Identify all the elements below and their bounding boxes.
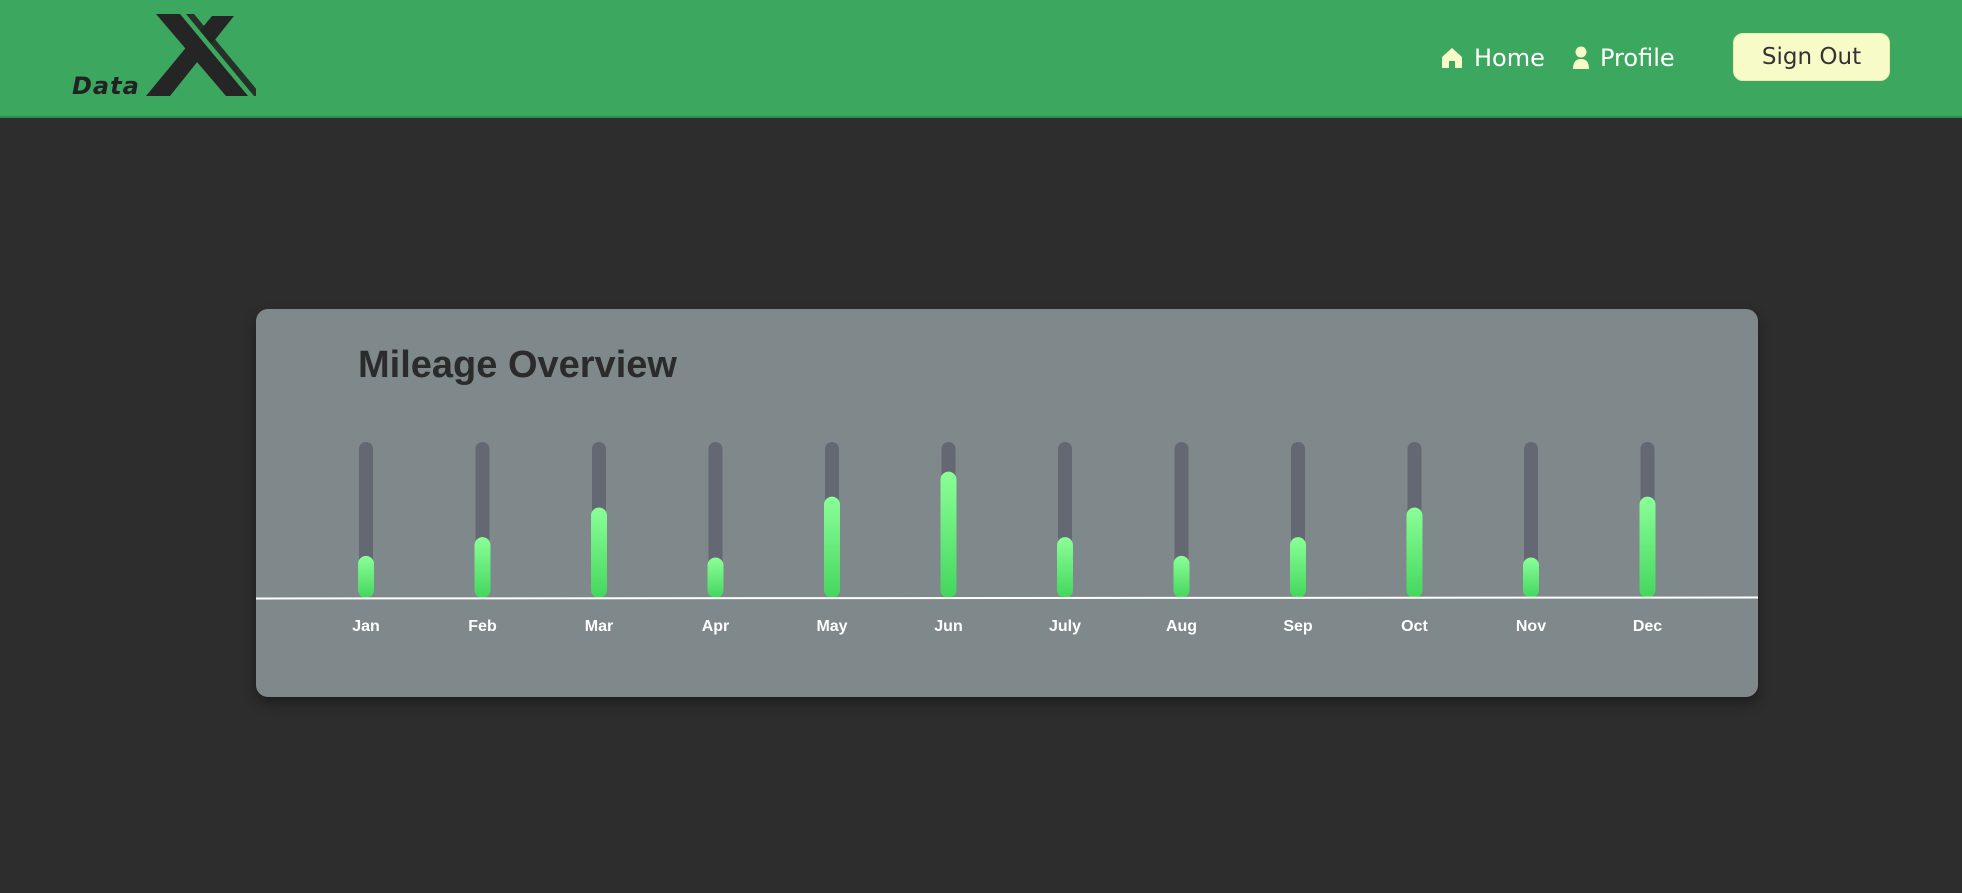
nav-profile-label: Profile [1600,44,1675,72]
tick-label-nov: Nov [1516,618,1546,635]
tick-label-aug: Aug [1166,618,1197,635]
x-logo-icon [146,14,256,96]
tick-label-sep: Sep [1283,618,1313,635]
tick-label-oct: Oct [1401,618,1428,635]
bar-jan[interactable] [358,555,374,598]
nav-home-label: Home [1474,44,1545,72]
bar-nov[interactable] [1523,557,1539,598]
tick-label-jan: Jan [352,618,380,635]
bar-may[interactable] [824,496,840,598]
bar-sep[interactable] [1290,537,1306,598]
sign-out-button[interactable]: Sign Out [1733,33,1890,81]
mileage-overview-card: Mileage Overview Jan Feb Mar Apr May Jun July A… [256,309,1758,697]
home-icon [1440,46,1464,70]
nav-home-link[interactable]: Home [1440,40,1545,76]
tick-label-mar: Mar [585,618,613,635]
tick-label-july: July [1049,618,1081,635]
bar-jun[interactable] [940,471,957,598]
bar-oct[interactable] [1406,507,1423,598]
tick-label-apr: Apr [702,618,730,635]
nav-profile-link[interactable]: Profile [1572,40,1675,76]
bar-aug[interactable] [1173,555,1190,598]
mileage-chart: Jan Feb Mar Apr May Jun July Aug Sep Oct Nov Dec [256,442,1758,635]
tick-label-jun: Jun [934,618,962,635]
datax-logo[interactable]: Data [68,12,268,102]
logo-text: Data [72,72,140,100]
chart-baseline [256,596,1758,600]
bar-apr[interactable] [707,557,724,598]
user-icon [1572,46,1590,70]
tick-label-feb: Feb [468,618,497,635]
bar-dec[interactable] [1639,496,1656,598]
bar-july[interactable] [1057,537,1073,598]
tick-label-may: May [816,618,847,635]
tick-label-dec: Dec [1633,618,1662,635]
bar-feb[interactable] [474,537,491,598]
bar-mar[interactable] [591,507,607,598]
top-navigation-bar: Data Home Profile Sign Out [0,0,1962,118]
